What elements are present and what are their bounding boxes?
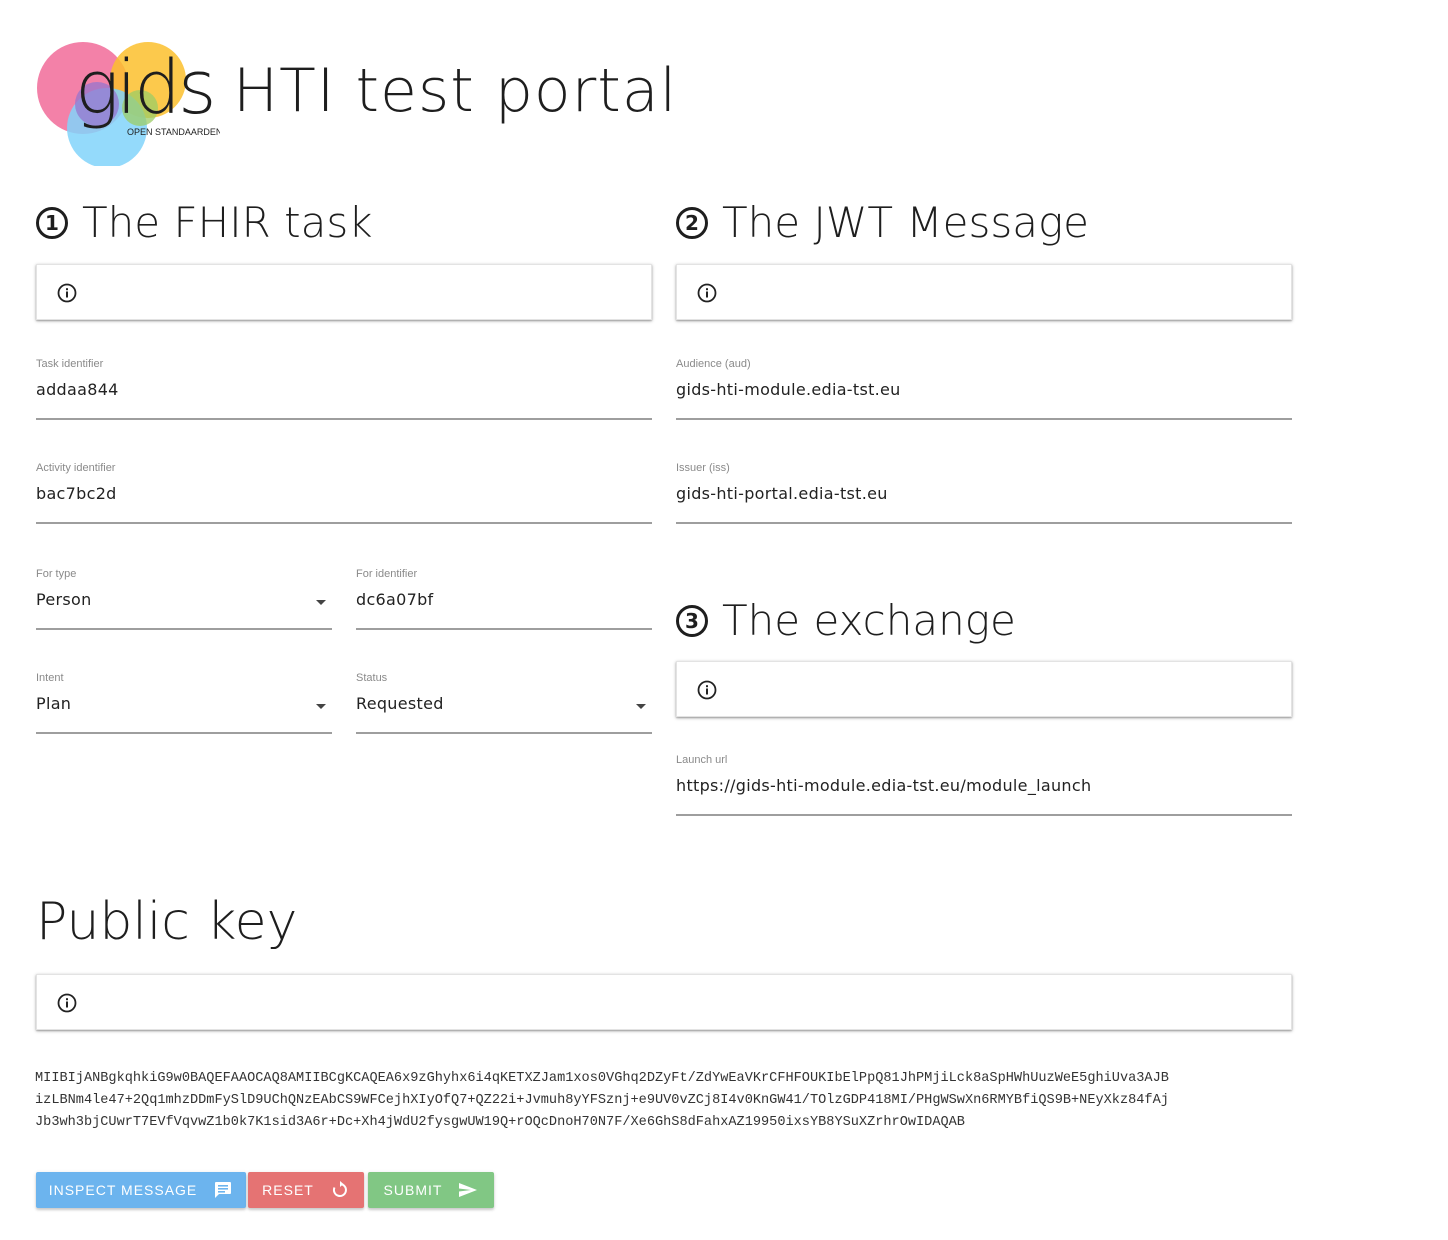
audience-input[interactable]: gids-hti-module.edia-tst.eu [676,380,901,399]
launch-url-field[interactable]: Launch url https://gids-hti-module.edia-… [676,754,1292,816]
launch-url-input[interactable]: https://gids-hti-module.edia-tst.eu/modu… [676,776,1091,795]
status-value[interactable]: Requested [356,694,444,713]
public-key-line: Jb3wh3bjCUwrT7EVfVqvwZ1b0k7K1sid3A6r+Dc+… [35,1115,965,1130]
for-type-value[interactable]: Person [36,590,92,609]
fhir-task-heading: 1 The FHIR task [36,198,373,247]
status-label: Status [356,672,388,684]
public-key-line: izLBNm4le47+2Qq1mhzDDmFySlD9UChQNzEAbCS9… [35,1093,1169,1108]
chevron-down-icon[interactable] [636,704,646,709]
for-identifier-label: For identifier [356,568,418,580]
public-key-line: MIIBIjANBgkqhkiG9w0BAQEFAAOCAQ8AMIIBCgKC… [35,1071,1169,1086]
reset-button[interactable]: RESET [248,1172,364,1208]
exchange-title: The exchange [722,596,1016,645]
page-header: gids OPEN STANDAARDEN HTI test portal [35,38,735,168]
issuer-field[interactable]: Issuer (iss) gids-hti-portal.edia-tst.eu [676,462,1292,524]
inspect-message-label: INSPECT MESSAGE [48,1182,198,1198]
task-identifier-field[interactable]: Task identifier addaa844 [36,358,652,420]
jwt-message-title: The JWT Message [722,198,1090,247]
intent-select[interactable]: Intent Plan [36,672,332,734]
step-3-badge: 3 [676,604,708,637]
public-key-value: MIIBIjANBgkqhkiG9w0BAQEFAAOCAQ8AMIIBCgKC… [35,1068,1305,1134]
message-icon [215,1182,232,1198]
info-circle-icon[interactable] [697,680,717,700]
for-identifier-input[interactable]: dc6a07bf [356,590,434,609]
info-circle-icon[interactable] [57,993,77,1013]
gids-logo: gids OPEN STANDAARDEN [37,42,220,166]
launch-url-label: Launch url [676,754,728,766]
jwt-message-heading: 2 The JWT Message [676,198,1089,247]
jwt-message-info-card[interactable] [676,264,1292,320]
activity-identifier-input[interactable]: bac7bc2d [36,484,117,503]
info-circle-icon[interactable] [697,283,717,303]
chevron-down-icon[interactable] [316,704,326,709]
submit-label: SUBMIT [383,1182,443,1198]
exchange-heading: 3 The exchange [676,596,1016,645]
send-icon [459,1183,478,1197]
refresh-icon [332,1181,347,1197]
for-identifier-field[interactable]: For identifier dc6a07bf [356,568,652,630]
issuer-label: Issuer (iss) [676,462,730,474]
audience-label: Audience (aud) [676,358,751,370]
intent-label: Intent [36,672,64,684]
fhir-task-info-card[interactable] [36,264,652,320]
fhir-task-title: The FHIR task [82,198,373,247]
activity-identifier-label: Activity identifier [36,462,116,474]
submit-button[interactable]: SUBMIT [368,1172,494,1208]
activity-identifier-field[interactable]: Activity identifier bac7bc2d [36,462,652,524]
reset-label: RESET [262,1182,314,1198]
logo-text: gids [75,45,214,131]
logo-subtext: OPEN STANDAARDEN [127,127,220,137]
inspect-message-button[interactable]: INSPECT MESSAGE [36,1172,246,1208]
public-key-info-card[interactable] [36,974,1292,1030]
task-identifier-input[interactable]: addaa844 [36,380,119,399]
intent-value[interactable]: Plan [36,694,71,713]
issuer-input[interactable]: gids-hti-portal.edia-tst.eu [676,484,888,503]
exchange-info-card[interactable] [676,661,1292,717]
public-key-title: Public key [36,892,298,952]
task-identifier-label: Task identifier [36,358,104,370]
info-circle-icon[interactable] [57,283,77,303]
audience-field[interactable]: Audience (aud) gids-hti-module.edia-tst.… [676,358,1292,420]
status-select[interactable]: Status Requested [356,672,652,734]
for-type-select[interactable]: For type Person [36,568,332,630]
step-2-badge: 2 [676,206,708,239]
chevron-down-icon[interactable] [316,600,326,605]
for-type-label: For type [36,568,77,580]
step-1-badge: 1 [36,206,68,239]
page-title: HTI test portal [233,56,678,126]
